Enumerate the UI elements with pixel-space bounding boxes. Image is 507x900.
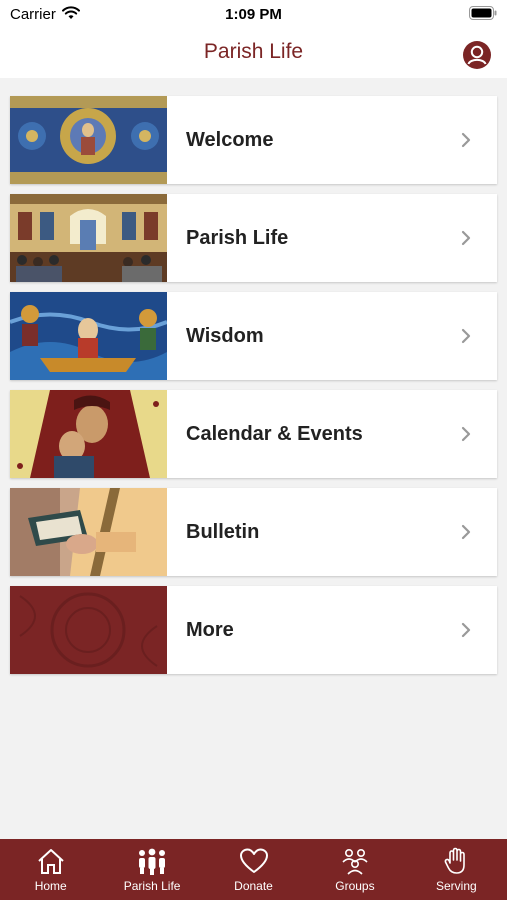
bulletin-image <box>10 488 167 576</box>
menu-item-calendar-events[interactable]: Calendar & Events <box>10 390 497 478</box>
chevron-right-icon <box>461 426 471 442</box>
clock: 1:09 PM <box>225 6 282 23</box>
profile-button[interactable] <box>462 40 492 70</box>
home-icon <box>38 849 64 874</box>
menu-item-bulletin[interactable]: Bulletin <box>10 488 497 576</box>
menu-item-more[interactable]: More <box>10 586 497 674</box>
welcome-image <box>10 96 167 184</box>
menu-list: Welcome Parish Life Wisdom Calendar & Ev… <box>10 96 497 684</box>
menu-item-parish-life[interactable]: Parish Life <box>10 194 497 282</box>
wisdom-image <box>10 292 167 380</box>
parish-life-image <box>10 194 167 282</box>
tab-label: Serving <box>435 879 477 893</box>
menu-item-label: More <box>186 618 234 641</box>
status-bar: Carrier 1:09 PM <box>0 0 507 28</box>
tab-label: Parish Life <box>123 879 181 893</box>
chevron-right-icon <box>461 328 471 344</box>
menu-item-label: Parish Life <box>186 226 289 249</box>
tab-donate[interactable]: Donate <box>203 839 304 900</box>
chevron-right-icon <box>461 524 471 540</box>
heart-icon <box>239 848 268 873</box>
menu-item-welcome[interactable]: Welcome <box>10 96 497 184</box>
tab-parish-life[interactable]: Parish Life <box>101 839 202 900</box>
chevron-right-icon <box>461 132 471 148</box>
chevron-right-icon <box>461 230 471 246</box>
chevron-right-icon <box>461 622 471 638</box>
menu-item-label: Wisdom <box>186 324 264 347</box>
calendar-events-image <box>10 390 167 478</box>
more-image <box>10 586 167 674</box>
hand-icon <box>444 847 466 874</box>
tab-label: Donate <box>234 879 273 893</box>
tab-label: Groups <box>335 879 375 893</box>
menu-item-label: Bulletin <box>186 520 260 543</box>
nav-bar: Parish Life <box>0 28 507 78</box>
tab-home[interactable]: Home <box>0 839 101 900</box>
tab-groups[interactable]: Groups <box>304 839 405 900</box>
menu-item-wisdom[interactable]: Wisdom <box>10 292 497 380</box>
menu-item-label: Calendar & Events <box>186 422 363 445</box>
tab-label: Home <box>34 879 67 893</box>
groups-icon <box>342 848 368 875</box>
tab-serving[interactable]: Serving <box>406 839 507 900</box>
menu-item-label: Welcome <box>186 128 274 151</box>
user-icon <box>463 41 491 69</box>
people-icon <box>139 848 166 875</box>
page-title: Parish Life <box>203 40 304 63</box>
battery-icon <box>469 6 497 25</box>
tab-bar: Home Parish Life Donate Groups Serving <box>0 839 507 900</box>
